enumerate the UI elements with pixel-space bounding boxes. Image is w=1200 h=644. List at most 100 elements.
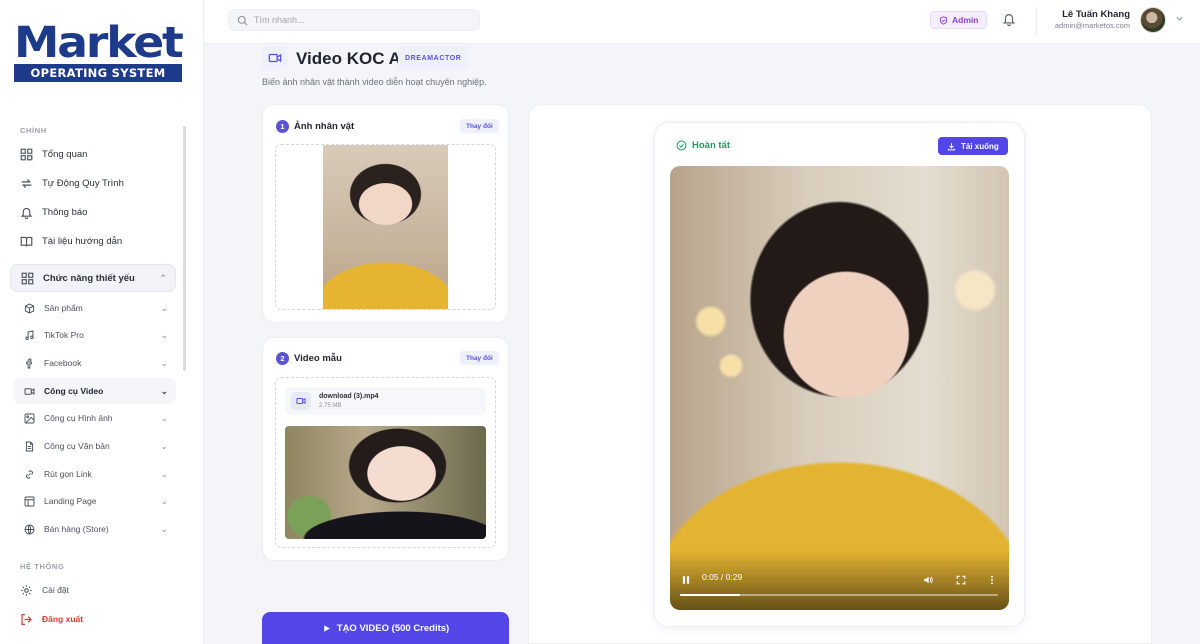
sidebar-item-label: Rút gọn Link <box>44 469 92 479</box>
sidebar-item-label: Facebook <box>44 358 82 368</box>
chevron-down-icon: ⌄ <box>160 302 168 313</box>
sidebar-item-facebook[interactable]: Facebook ⌄ <box>14 350 176 376</box>
change-image-button[interactable]: Thay đổi <box>460 119 499 133</box>
shield-icon <box>939 15 948 25</box>
check-circle-icon <box>676 140 687 151</box>
search-icon <box>237 15 248 25</box>
step-number: 2 <box>276 352 289 365</box>
sidebar-item-label: Tài liệu hướng dẫn <box>42 235 123 247</box>
sidebar-item-products[interactable]: Sản phẩm ⌄ <box>14 295 176 321</box>
repeat-icon <box>20 177 33 190</box>
download-icon <box>947 142 956 150</box>
sidebar-item-label: Bán hàng (Store) <box>44 524 109 534</box>
volume-icon <box>924 576 933 584</box>
more-vertical-icon <box>991 575 993 585</box>
character-image-card: 1 Ảnh nhân vật Thay đổi <box>262 104 509 323</box>
change-video-button[interactable]: Thay đổi <box>460 351 499 365</box>
section-label-main: CHÍNH <box>20 126 47 135</box>
sidebar-item-label: Sản phẩm <box>44 303 83 313</box>
image-icon <box>24 413 35 424</box>
video-file-icon <box>291 392 311 410</box>
sidebar: Market OPERATING SYSTEM CHÍNH Tổng quan … <box>0 0 204 644</box>
pause-icon <box>682 576 690 584</box>
topbar: Admin Lê Tuấn Khang admin@marketos.com <box>204 0 1200 44</box>
sidebar-item-text-tools[interactable]: Công cụ Văn bản ⌄ <box>14 433 176 459</box>
search-input[interactable] <box>254 15 454 25</box>
sidebar-item-label: Thông báo <box>42 206 88 218</box>
sidebar-item-label: Landing Page <box>44 496 97 506</box>
sidebar-item-automation[interactable]: Tự Động Quy Trình <box>10 170 176 196</box>
step-number: 1 <box>276 120 289 133</box>
chevron-down-icon: ⌄ <box>160 385 168 396</box>
fullscreen-button[interactable] <box>956 572 966 590</box>
video-icon <box>24 386 35 397</box>
brand-logo[interactable]: Market OPERATING SYSTEM <box>14 22 184 82</box>
role-badge: Admin <box>930 11 988 29</box>
sidebar-item-docs[interactable]: Tài liệu hướng dẫn <box>10 228 176 254</box>
status-complete: Hoàn tất <box>676 140 730 151</box>
result-video-player[interactable]: 0:05 / 0:29 <box>670 166 1009 610</box>
create-video-button[interactable]: TẠO VIDEO (500 Credits) <box>262 612 509 644</box>
logout-button[interactable]: Đăng xuất <box>10 606 176 632</box>
file-name: download (3).mp4 <box>319 393 379 400</box>
layout-icon <box>24 496 35 507</box>
globe-icon <box>24 524 35 535</box>
facebook-icon <box>24 358 35 369</box>
chevron-down-icon: ⌄ <box>160 440 168 451</box>
section-label-system: HỆ THỐNG <box>20 562 65 571</box>
notification-bell-icon[interactable] <box>1002 12 1016 26</box>
sidebar-item-settings[interactable]: Cài đặt <box>10 577 176 603</box>
sidebar-item-tiktok[interactable]: TikTok Pro ⌄ <box>14 322 176 348</box>
model-tag: DREAMACTOR <box>398 46 469 70</box>
file-item: download (3).mp4 2.75 MB <box>285 387 486 415</box>
status-label: Hoàn tất <box>692 140 730 151</box>
play-icon <box>324 624 330 632</box>
chevron-down-icon: ⌄ <box>160 357 168 368</box>
sidebar-item-link-shortener[interactable]: Rút gọn Link ⌄ <box>14 461 176 487</box>
sidebar-item-video-tools[interactable]: Công cụ Video ⌄ <box>14 378 176 404</box>
chevron-down-icon: ⌄ <box>160 495 168 506</box>
sidebar-item-store[interactable]: Bán hàng (Store) ⌄ <box>14 516 176 542</box>
chevron-up-icon: ⌃ <box>159 272 167 283</box>
search-box[interactable] <box>228 9 480 31</box>
pause-button[interactable] <box>681 572 691 590</box>
music-icon <box>24 329 35 341</box>
card-title: Ảnh nhân vật <box>294 121 355 132</box>
user-name[interactable]: Lê Tuấn Khang <box>1062 9 1130 20</box>
chevron-down-icon: ⌄ <box>160 412 168 423</box>
box-icon <box>24 302 35 314</box>
volume-button[interactable] <box>923 572 933 590</box>
topbar-divider <box>1036 6 1037 36</box>
sidebar-item-label: Công cụ Hình ảnh <box>44 413 113 423</box>
create-video-label: TẠO VIDEO (500 Credits) <box>336 622 450 634</box>
download-label: Tải xuống <box>961 141 999 151</box>
sidebar-group-label: Chức năng thiết yếu <box>43 272 135 284</box>
chevron-down-icon: ⌄ <box>160 523 168 534</box>
sidebar-group-essentials[interactable]: Chức năng thiết yếu ⌃ <box>10 264 176 292</box>
logo-wordmark: Market <box>14 18 184 68</box>
page-subtitle: Biến ảnh nhân vật thành video diễn hoạt … <box>262 77 487 87</box>
grid-icon <box>20 148 33 161</box>
fullscreen-icon <box>956 575 966 585</box>
sample-video-card: 2 Video mẫu Thay đổi download (3).mp4 2.… <box>262 337 509 561</box>
more-options-button[interactable] <box>987 572 997 590</box>
sidebar-item-label: Tổng quan <box>42 148 88 160</box>
sidebar-item-landing-page[interactable]: Landing Page ⌄ <box>14 488 176 514</box>
sidebar-item-image-tools[interactable]: Công cụ Hình ảnh ⌄ <box>14 405 176 431</box>
logout-icon <box>20 613 33 626</box>
chevron-down-icon[interactable] <box>1175 14 1184 23</box>
download-button[interactable]: Tải xuống <box>938 137 1008 155</box>
sidebar-item-notifications[interactable]: Thông báo <box>10 199 176 225</box>
video-progress-fill <box>680 594 741 596</box>
video-progress-bar[interactable] <box>680 594 998 596</box>
sidebar-item-label: Công cụ Văn bản <box>44 441 110 451</box>
gear-icon <box>20 584 33 597</box>
grid-icon <box>21 272 34 285</box>
sidebar-scrollbar[interactable] <box>183 126 186 371</box>
sidebar-item-overview[interactable]: Tổng quan <box>10 141 176 167</box>
document-icon <box>24 441 35 452</box>
logout-label: Đăng xuất <box>42 614 84 624</box>
sample-video-preview[interactable] <box>285 426 486 539</box>
avatar[interactable] <box>1140 7 1166 33</box>
chevron-down-icon: ⌄ <box>160 329 168 340</box>
